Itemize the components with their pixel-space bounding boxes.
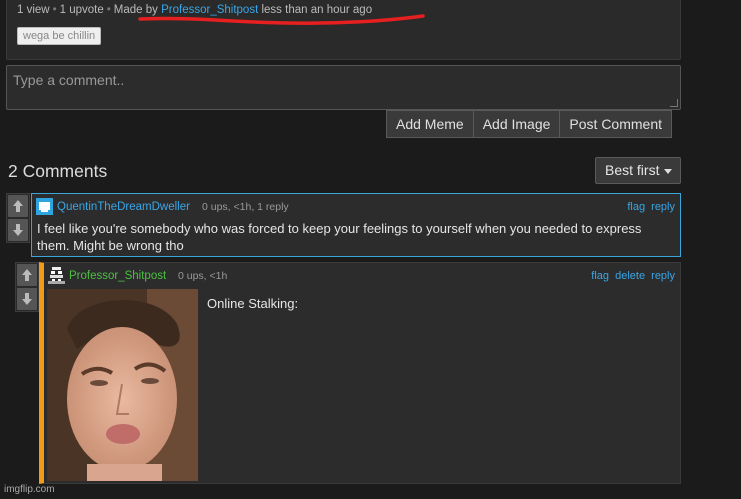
comment-action-bar: Add Meme Add Image Post Comment — [386, 110, 673, 138]
delete-link[interactable]: delete — [615, 270, 645, 282]
post-tag[interactable]: wega be chillin — [17, 27, 102, 45]
comment-placeholder: Type a comment.. — [13, 72, 125, 88]
upvote-arrow-icon[interactable] — [17, 264, 37, 286]
resize-grip-icon[interactable] — [670, 99, 678, 107]
view-count: 1 view — [17, 4, 50, 16]
comment-links: flag delete reply — [588, 270, 675, 282]
add-image-button[interactable]: Add Image — [473, 110, 561, 138]
sort-select[interactable]: Best first — [595, 157, 681, 184]
comment-card: QuentinTheDreamDweller 0 ups, <1h, 1 rep… — [31, 193, 681, 257]
red-underline-annotation — [138, 14, 425, 25]
vote-column — [6, 193, 30, 243]
comment-input[interactable]: Type a comment.. — [6, 65, 681, 110]
meme-caption: Online Stalking: — [207, 296, 299, 311]
comment-text: I feel like you're somebody who was forc… — [37, 221, 642, 253]
comment-username[interactable]: Professor_Shitpost — [69, 270, 166, 282]
comment-links: flag reply — [624, 201, 675, 213]
comment-stats: 0 ups, <1h, 1 reply — [202, 201, 289, 213]
upvote-count: 1 upvote — [59, 4, 104, 16]
comment-stats: 0 ups, <1h — [178, 270, 228, 282]
flag-link[interactable]: flag — [591, 270, 609, 282]
caret-down-icon — [664, 169, 672, 174]
post-meta-panel: 1 view • 1 upvote • Made by Professor_Shitpo… — [6, 0, 681, 60]
sort-selected-value: Best first — [605, 162, 660, 178]
add-meme-button[interactable]: Add Meme — [386, 110, 474, 138]
upvote-arrow-icon[interactable] — [8, 195, 28, 217]
downvote-arrow-icon[interactable] — [8, 219, 28, 241]
avatar[interactable] — [36, 198, 53, 215]
reply-link[interactable]: reply — [651, 201, 675, 213]
reply-link[interactable]: reply — [651, 270, 675, 282]
downvote-arrow-icon[interactable] — [17, 288, 37, 310]
flag-link[interactable]: flag — [627, 201, 645, 213]
imgflip-watermark: imgflip.com — [4, 484, 55, 495]
comment-username[interactable]: QuentinTheDreamDweller — [57, 201, 190, 213]
vote-column — [15, 262, 39, 312]
reply-comment-card: Professor_Shitpost 0 ups, <1h flag delet… — [39, 262, 681, 484]
avatar[interactable] — [48, 267, 65, 284]
comment-count-heading: 2 Comments — [8, 161, 108, 181]
post-comment-button[interactable]: Post Comment — [560, 110, 673, 138]
meme-image[interactable] — [47, 289, 198, 481]
